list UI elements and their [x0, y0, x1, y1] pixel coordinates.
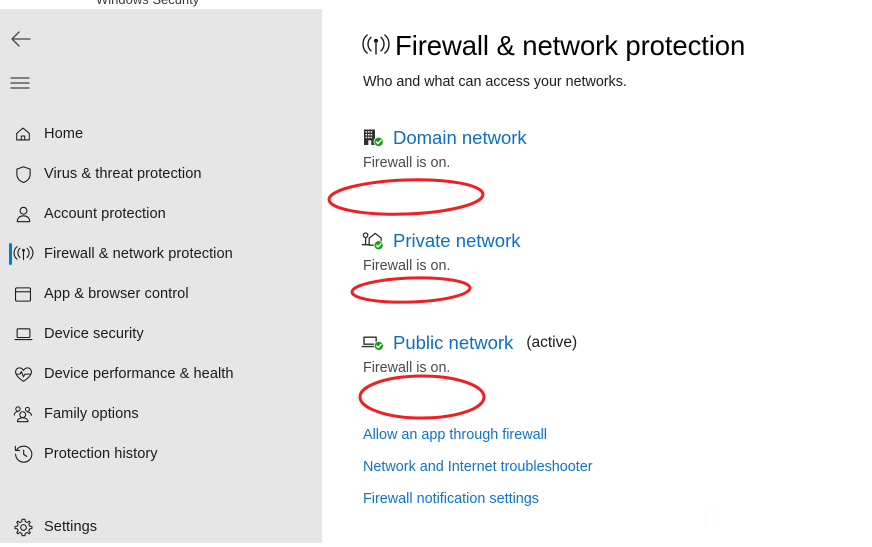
network-header: Private network	[361, 230, 872, 252]
network-section-public: Public network (active) Firewall is on.	[361, 332, 872, 376]
network-section-private: Private network Firewall is on.	[361, 230, 872, 274]
gear-icon	[10, 518, 36, 537]
wifi-icon	[10, 246, 36, 263]
people-icon	[10, 405, 36, 423]
sidebar-item-device-security[interactable]: Device security	[0, 314, 322, 354]
network-status-private: Firewall is on.	[363, 258, 872, 274]
hamburger-menu-button[interactable]	[0, 64, 44, 102]
link-network-internet-troubleshooter[interactable]: Network and Internet troubleshooter	[363, 459, 593, 475]
sidebar-item-label: App & browser control	[44, 286, 189, 302]
sidebar-item-label: Settings	[44, 519, 97, 535]
network-section-domain: Domain network Firewall is on.	[361, 127, 872, 171]
shield-icon	[10, 165, 36, 184]
sidebar-item-label: Firewall & network protection	[44, 246, 233, 262]
sidebar-item-protection-history[interactable]: Protection history	[0, 434, 322, 474]
network-link-domain[interactable]: Domain network	[393, 127, 527, 149]
sidebar-settings-group: Settings	[0, 507, 322, 547]
link-firewall-notification-settings[interactable]: Firewall notification settings	[363, 491, 539, 507]
history-icon	[10, 445, 36, 463]
sidebar-item-label: Device security	[44, 326, 144, 342]
link-allow-app-through-firewall[interactable]: Allow an app through firewall	[363, 427, 547, 443]
sidebar-item-home[interactable]: Home	[0, 114, 322, 154]
private-network-icon	[361, 230, 393, 252]
network-active-badge: (active)	[526, 334, 577, 352]
page-title: Firewall & network protection	[395, 30, 745, 62]
page-header: Firewall & network protection	[361, 30, 872, 62]
sidebar-item-label: Account protection	[44, 206, 166, 222]
sidebar-item-label: Device performance & health	[44, 366, 234, 382]
network-header: Domain network	[361, 127, 872, 149]
network-status-domain: Firewall is on.	[363, 155, 872, 171]
main-content: Firewall & network protection Who and wh…	[322, 0, 872, 543]
wifi-icon	[361, 34, 395, 59]
network-link-public[interactable]: Public network	[393, 332, 513, 354]
sidebar-item-label: Family options	[44, 406, 139, 422]
laptop-icon	[10, 326, 36, 342]
sidebar-item-label: Virus & threat protection	[44, 166, 202, 182]
sidebar-item-app-browser-control[interactable]: App & browser control	[0, 274, 322, 314]
home-icon	[10, 125, 36, 143]
sidebar-item-family-options[interactable]: Family options	[0, 394, 322, 434]
sidebar-item-settings[interactable]: Settings	[0, 507, 322, 547]
sidebar-top-controls	[0, 9, 322, 102]
sidebar-item-device-performance-health[interactable]: Device performance & health	[0, 354, 322, 394]
heartbeat-icon	[10, 366, 36, 383]
network-status-public: Firewall is on.	[363, 360, 872, 376]
window-icon	[10, 286, 36, 303]
network-link-private[interactable]: Private network	[393, 230, 521, 252]
public-network-icon	[361, 332, 393, 354]
sidebar-item-account-protection[interactable]: Account protection	[0, 194, 322, 234]
back-button[interactable]	[0, 20, 44, 58]
sidebar-nav-list: Home Virus & threat protection Acco	[0, 114, 322, 474]
sidebar-item-label: Protection history	[44, 446, 158, 462]
sidebar: Home Virus & threat protection Acco	[0, 9, 322, 543]
sidebar-item-label: Home	[44, 126, 83, 142]
network-header: Public network (active)	[361, 332, 872, 354]
person-icon	[10, 205, 36, 224]
domain-network-icon	[361, 127, 393, 149]
sidebar-item-virus-threat-protection[interactable]: Virus & threat protection	[0, 154, 322, 194]
watermark: R	[700, 500, 723, 538]
related-links: Allow an app through firewall Network an…	[363, 427, 872, 507]
sidebar-item-firewall-network-protection[interactable]: Firewall & network protection	[0, 234, 322, 274]
page-subtitle: Who and what can access your networks.	[363, 74, 872, 90]
window-title-fragment: Windows Security	[96, 0, 199, 7]
